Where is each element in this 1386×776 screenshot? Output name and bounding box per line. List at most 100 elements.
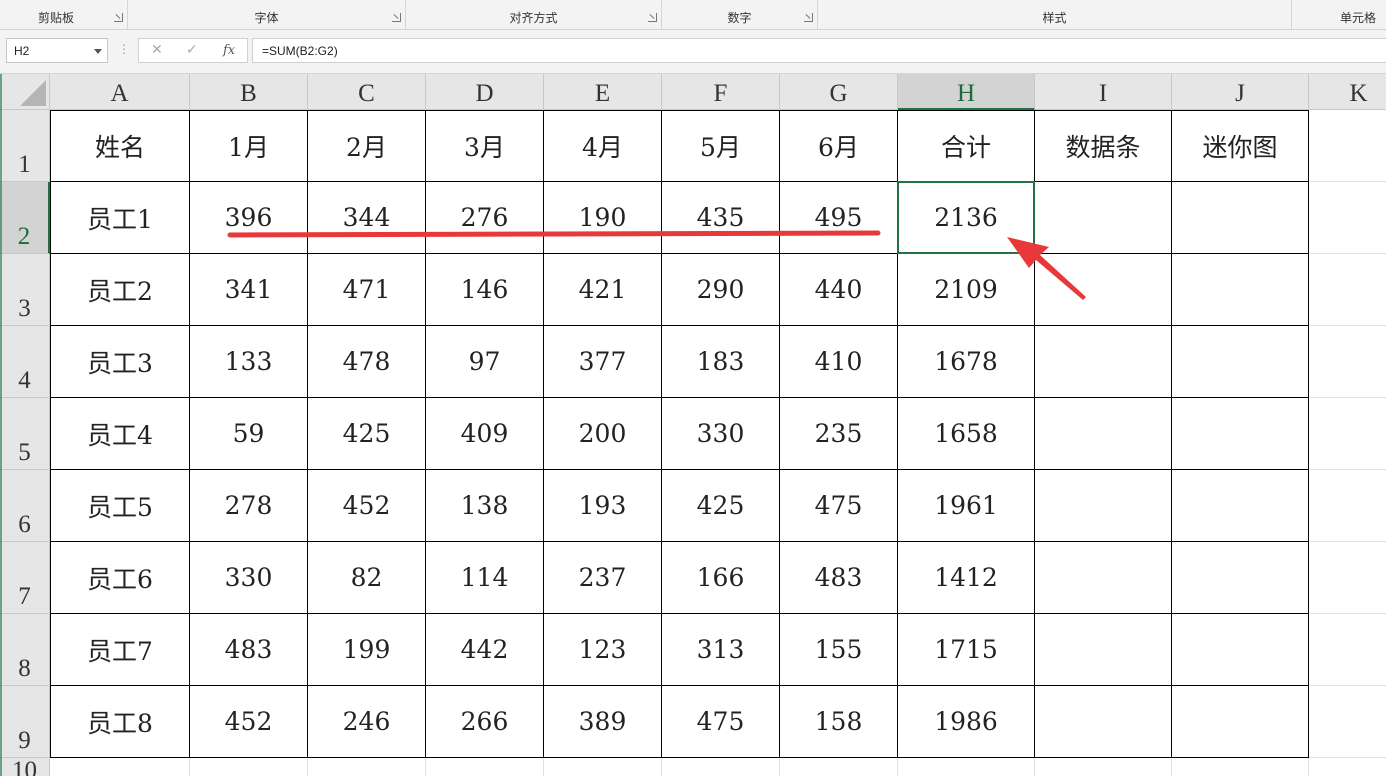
cell-j3[interactable]	[1172, 254, 1309, 326]
cell-e10[interactable]	[544, 758, 662, 776]
cell-d7[interactable]: 114	[426, 542, 544, 614]
cell-a9[interactable]: 员工8	[50, 686, 190, 758]
row-header-9[interactable]: 9	[0, 686, 50, 758]
cell-d3[interactable]: 146	[426, 254, 544, 326]
cell-k4[interactable]	[1309, 326, 1386, 398]
column-header-j[interactable]: J	[1172, 74, 1309, 110]
cell-g6[interactable]: 475	[780, 470, 898, 542]
cell-h9[interactable]: 1986	[898, 686, 1035, 758]
cell-h7[interactable]: 1412	[898, 542, 1035, 614]
cell-f4[interactable]: 183	[662, 326, 780, 398]
cell-e4[interactable]: 377	[544, 326, 662, 398]
column-header-i[interactable]: I	[1035, 74, 1172, 110]
cell-i6[interactable]	[1035, 470, 1172, 542]
cell-e6[interactable]: 193	[544, 470, 662, 542]
row-header-10[interactable]: 10	[0, 757, 50, 776]
cell-d9[interactable]: 266	[426, 686, 544, 758]
cell-a8[interactable]: 员工7	[50, 614, 190, 686]
cell-g10[interactable]	[780, 758, 898, 776]
cell-e1[interactable]: 4月	[544, 110, 662, 182]
cell-j10[interactable]	[1172, 758, 1309, 776]
cell-c4[interactable]: 478	[308, 326, 426, 398]
row-header-4[interactable]: 4	[0, 326, 50, 398]
cell-h4[interactable]: 1678	[898, 326, 1035, 398]
fill-handle[interactable]	[1031, 250, 1038, 257]
cell-f1[interactable]: 5月	[662, 110, 780, 182]
row-header-3[interactable]: 3	[0, 254, 50, 326]
cell-c3[interactable]: 471	[308, 254, 426, 326]
cell-b1[interactable]: 1月	[190, 110, 308, 182]
cell-a1[interactable]: 姓名	[50, 110, 190, 182]
cell-e3[interactable]: 421	[544, 254, 662, 326]
chevron-down-icon[interactable]	[94, 49, 102, 54]
cell-g8[interactable]: 155	[780, 614, 898, 686]
cell-b6[interactable]: 278	[190, 470, 308, 542]
cell-i10[interactable]	[1035, 758, 1172, 776]
cell-d6[interactable]: 138	[426, 470, 544, 542]
cell-i2[interactable]	[1035, 182, 1172, 254]
cell-b9[interactable]: 452	[190, 686, 308, 758]
cell-f7[interactable]: 166	[662, 542, 780, 614]
cell-h8[interactable]: 1715	[898, 614, 1035, 686]
cell-i4[interactable]	[1035, 326, 1172, 398]
cell-g3[interactable]: 440	[780, 254, 898, 326]
cell-k9[interactable]	[1309, 686, 1386, 758]
cell-k8[interactable]	[1309, 614, 1386, 686]
cell-h6[interactable]: 1961	[898, 470, 1035, 542]
cell-i5[interactable]	[1035, 398, 1172, 470]
column-header-d[interactable]: D	[426, 74, 544, 110]
cell-k6[interactable]	[1309, 470, 1386, 542]
cell-c2[interactable]: 344	[308, 182, 426, 254]
cell-f9[interactable]: 475	[662, 686, 780, 758]
cell-f8[interactable]: 313	[662, 614, 780, 686]
column-header-h[interactable]: H	[898, 74, 1035, 110]
cell-i9[interactable]	[1035, 686, 1172, 758]
row-header-7[interactable]: 7	[0, 542, 50, 614]
cell-h5[interactable]: 1658	[898, 398, 1035, 470]
cell-h2[interactable]: 2136	[898, 182, 1035, 254]
cell-d10[interactable]	[426, 758, 544, 776]
cell-j4[interactable]	[1172, 326, 1309, 398]
cell-i8[interactable]	[1035, 614, 1172, 686]
dialog-launcher-icon[interactable]	[648, 13, 657, 22]
cell-h1[interactable]: 合计	[898, 110, 1035, 182]
dialog-launcher-icon[interactable]	[392, 13, 401, 22]
row-header-5[interactable]: 5	[0, 398, 50, 470]
row-header-1[interactable]: 1	[0, 110, 50, 182]
cell-c6[interactable]: 452	[308, 470, 426, 542]
function-icon[interactable]: fx	[223, 43, 235, 58]
cell-b7[interactable]: 330	[190, 542, 308, 614]
cell-b3[interactable]: 341	[190, 254, 308, 326]
cell-d2[interactable]: 276	[426, 182, 544, 254]
cell-j9[interactable]	[1172, 686, 1309, 758]
cell-j2[interactable]	[1172, 182, 1309, 254]
dialog-launcher-icon[interactable]	[114, 13, 123, 22]
cell-f3[interactable]: 290	[662, 254, 780, 326]
cell-f10[interactable]	[662, 758, 780, 776]
cell-e8[interactable]: 123	[544, 614, 662, 686]
cell-j6[interactable]	[1172, 470, 1309, 542]
cell-a5[interactable]: 员工4	[50, 398, 190, 470]
cell-e2[interactable]: 190	[544, 182, 662, 254]
close-icon[interactable]: ✕	[151, 42, 163, 58]
row-header-6[interactable]: 6	[0, 470, 50, 542]
cell-j8[interactable]	[1172, 614, 1309, 686]
cell-a7[interactable]: 员工6	[50, 542, 190, 614]
cell-b4[interactable]: 133	[190, 326, 308, 398]
cell-i1[interactable]: 数据条	[1035, 110, 1172, 182]
name-box[interactable]: H2	[6, 38, 108, 63]
cell-a6[interactable]: 员工5	[50, 470, 190, 542]
cell-c7[interactable]: 82	[308, 542, 426, 614]
cell-g9[interactable]: 158	[780, 686, 898, 758]
cell-a10[interactable]	[50, 758, 190, 776]
cell-h10[interactable]	[898, 758, 1035, 776]
cell-e9[interactable]: 389	[544, 686, 662, 758]
cell-k1[interactable]	[1309, 110, 1386, 182]
cell-a2[interactable]: 员工1	[50, 182, 190, 254]
column-header-a[interactable]: A	[50, 74, 190, 110]
cell-d5[interactable]: 409	[426, 398, 544, 470]
cell-c9[interactable]: 246	[308, 686, 426, 758]
cell-e5[interactable]: 200	[544, 398, 662, 470]
cell-h3[interactable]: 2109	[898, 254, 1035, 326]
cell-d4[interactable]: 97	[426, 326, 544, 398]
